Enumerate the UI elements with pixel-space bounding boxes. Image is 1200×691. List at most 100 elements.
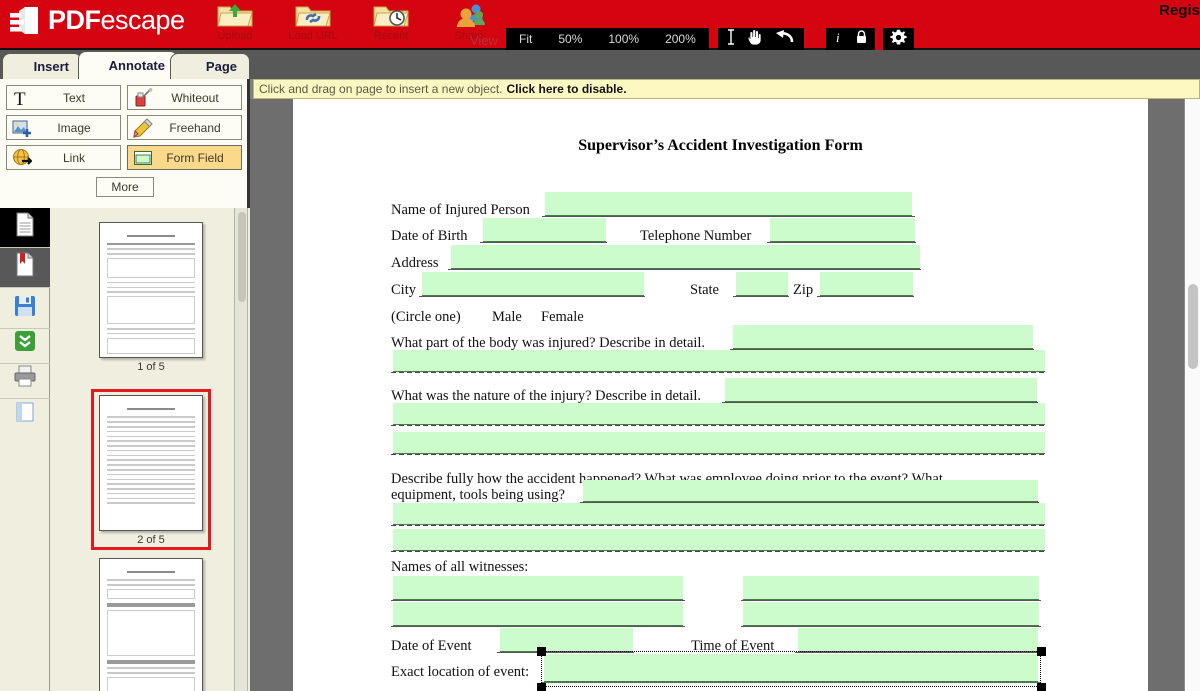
field-name-of-injured-person[interactable] [545, 192, 912, 216]
thumbnail-scrollbar[interactable] [234, 208, 248, 691]
notice-disable-link[interactable]: Click here to disable. [506, 82, 626, 96]
download-button[interactable] [0, 324, 50, 364]
resize-handle-bottom-right[interactable] [1037, 683, 1046, 691]
pages-icon [13, 212, 37, 243]
rule-describe-2 [391, 525, 1047, 526]
field-witness-3[interactable] [393, 602, 683, 626]
zoom-50-button[interactable]: 50% [545, 28, 595, 51]
link-tool-icon [10, 148, 34, 168]
more-tools-button[interactable]: More [96, 177, 154, 197]
field-time-of-event[interactable] [798, 628, 1038, 652]
label-witnesses: Names of all witnesses: [391, 559, 529, 575]
link-tool-button[interactable]: Link [6, 145, 121, 170]
page-title: Supervisor’s Accident Investigation Form [578, 137, 863, 154]
field-date-of-birth[interactable] [483, 218, 606, 242]
pdf-page[interactable]: Supervisor’s Accident Investigation Form… [293, 99, 1148, 691]
freehand-tool-label: Freehand [169, 120, 221, 135]
field-address[interactable] [451, 245, 920, 269]
register-link[interactable]: Regis [1159, 2, 1200, 19]
rule-nature-2 [391, 425, 1047, 426]
lock-icon[interactable] [855, 29, 868, 50]
resize-handle-top-left[interactable] [537, 647, 546, 656]
pdfescape-logo-icon [8, 4, 41, 37]
tab-page[interactable]: Page [170, 53, 250, 79]
thumbnail-page-1[interactable]: 1 of 5 [94, 222, 208, 373]
field-describe-1[interactable] [583, 480, 1038, 502]
field-date-of-event[interactable] [500, 628, 633, 652]
freehand-tool-button[interactable]: Freehand [127, 115, 242, 140]
document-scrollbar-thumb[interactable] [1188, 284, 1198, 369]
whiteout-tool-button[interactable]: Whiteout [127, 85, 242, 110]
thumbnail-scrollbar-thumb[interactable] [238, 212, 246, 302]
recent-button[interactable]: Recent [361, 1, 421, 42]
resize-handle-top-right[interactable] [1037, 647, 1046, 656]
tab-and-format-bar: Insert Annotate Page Arial ▼ 12 ▼ B I Co… [0, 50, 1200, 125]
field-city[interactable] [422, 272, 644, 296]
thumbnail-page-1-preview [99, 222, 203, 358]
zoom-200-button[interactable]: 200% [652, 28, 709, 51]
rule-witness-2 [741, 600, 1041, 601]
tab-annotate[interactable]: Annotate [78, 51, 178, 79]
undo-icon[interactable] [774, 28, 796, 51]
text-tool-button[interactable]: T Text [6, 85, 121, 110]
folder-tool-group: Upload Load URL Recent Share [205, 1, 499, 42]
form-field-tool-button[interactable]: Form Field [127, 145, 242, 170]
folder-upload-icon [205, 1, 265, 29]
label-date-of-event: Date of Event [391, 638, 472, 654]
print-button[interactable] [0, 359, 50, 399]
bookmarks-panel-button[interactable] [0, 248, 50, 288]
pages-panel-button[interactable] [0, 208, 50, 248]
label-address: Address [391, 255, 439, 271]
upload-button[interactable]: Upload [205, 1, 265, 42]
tool-panel: T Text Whiteout Image Freehand Link Form… [0, 79, 250, 208]
rule-state [733, 296, 789, 297]
document-scrollbar[interactable] [1184, 99, 1200, 691]
field-witness-1[interactable] [393, 576, 683, 600]
field-body-part-1[interactable] [733, 325, 1033, 349]
load-url-button[interactable]: Load URL [283, 1, 343, 42]
svg-text:T: T [14, 89, 26, 108]
zoom-fit-button[interactable]: Fit [506, 28, 545, 51]
settings-segment [883, 28, 914, 51]
field-witness-2[interactable] [743, 576, 1039, 600]
svg-text:i: i [836, 30, 840, 45]
field-telephone-number[interactable] [770, 218, 915, 242]
field-describe-2[interactable] [393, 503, 1045, 525]
insert-notice-bar: Click and drag on page to insert a new o… [253, 79, 1200, 99]
image-tool-button[interactable]: Image [6, 115, 121, 140]
tab-insert[interactable]: Insert [2, 53, 82, 79]
label-male[interactable]: Male [492, 309, 522, 326]
field-nature-2[interactable] [393, 403, 1045, 425]
hand-icon[interactable] [746, 28, 763, 51]
folder-link-icon [283, 1, 343, 29]
side-icon-rail [0, 208, 50, 691]
rule-name [542, 216, 915, 217]
label-female[interactable]: Female [541, 309, 584, 326]
field-zip[interactable] [820, 272, 913, 296]
field-nature-1[interactable] [725, 378, 1037, 402]
field-state[interactable] [736, 272, 788, 296]
field-describe-3[interactable] [393, 529, 1045, 551]
thumbnail-page-3[interactable]: 3 of 5 [94, 558, 208, 691]
thumbnail-page-2[interactable]: 2 of 5 [91, 389, 211, 550]
field-nature-3[interactable] [393, 432, 1045, 454]
app-logo[interactable]: PDFescape [8, 4, 185, 37]
link-tool-label: Link [62, 150, 85, 165]
selected-form-field-outline[interactable] [541, 651, 1041, 687]
save-button[interactable] [0, 289, 50, 329]
image-tool-label: Image [57, 120, 91, 135]
info-icon[interactable]: i [833, 29, 843, 50]
label-state: State [690, 282, 719, 298]
rule-witness-3 [391, 626, 685, 627]
field-witness-4[interactable] [743, 602, 1039, 626]
gear-icon[interactable] [890, 29, 907, 51]
field-body-part-2[interactable] [393, 350, 1045, 372]
rule-witness-1 [391, 600, 685, 601]
notes-button[interactable] [0, 394, 50, 434]
zoom-100-button[interactable]: 100% [595, 28, 652, 51]
text-cursor-icon[interactable] [724, 28, 738, 51]
document-viewport: Supervisor’s Accident Investigation Form… [250, 99, 1200, 691]
view-label: View [470, 33, 498, 48]
rule-describe-3 [391, 551, 1047, 552]
resize-handle-bottom-left[interactable] [537, 683, 546, 691]
